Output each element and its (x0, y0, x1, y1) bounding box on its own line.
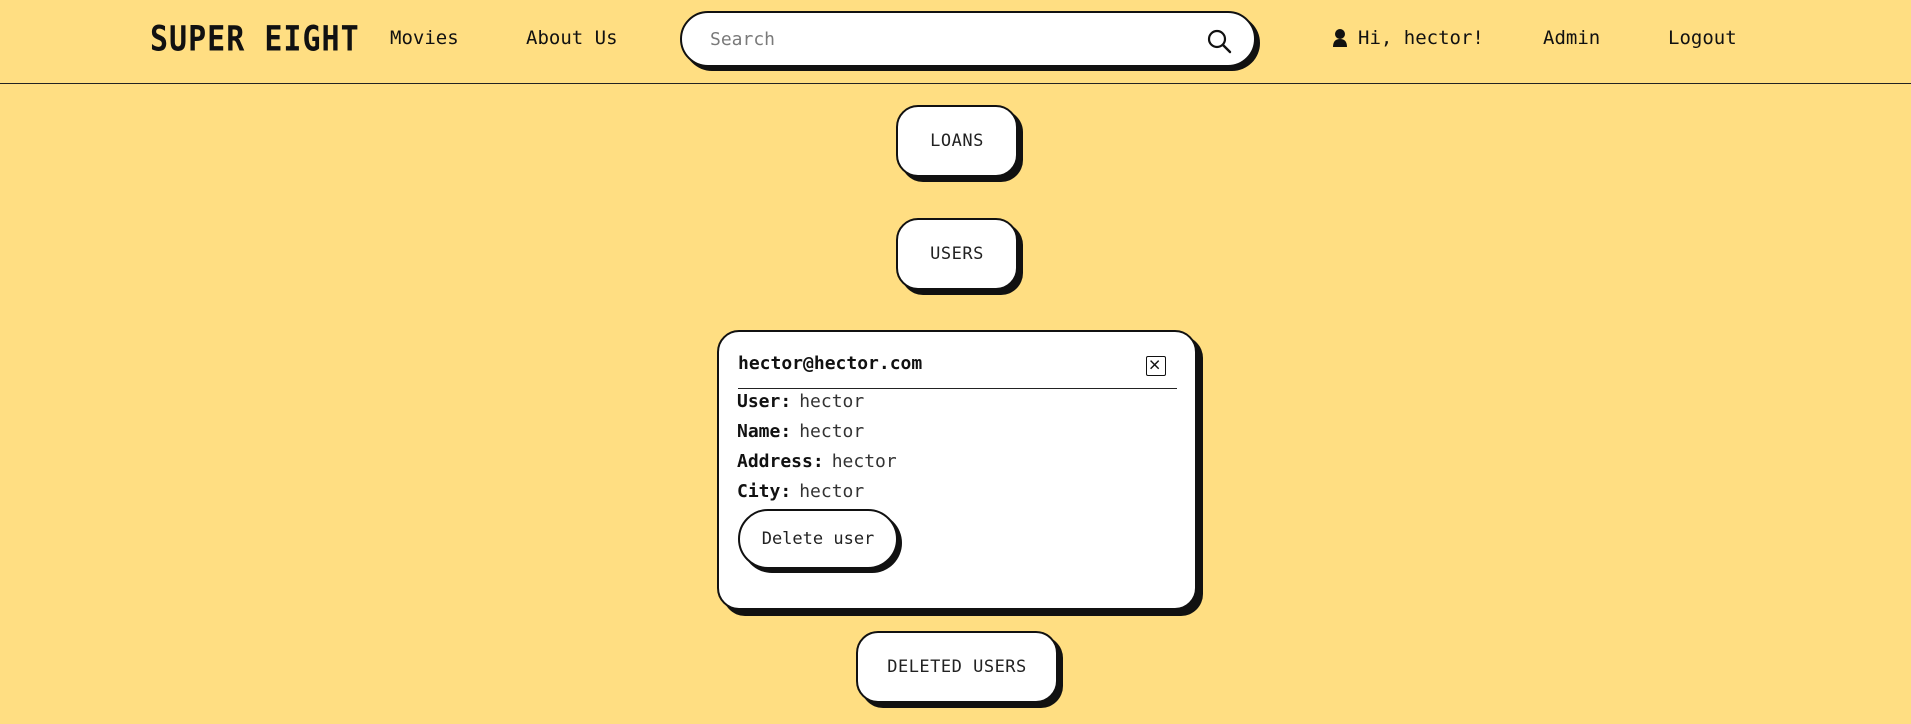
search-bar (680, 11, 1256, 67)
field-address-value: hector (831, 451, 897, 472)
field-user-label: User: (737, 391, 792, 412)
loans-button[interactable]: LOANS (896, 105, 1018, 177)
navbar: SUPER EIGHT Movies About Us Hi, hector! … (0, 0, 1911, 84)
nav-logout-link[interactable]: Logout (1668, 24, 1737, 52)
field-name: Name: hector (737, 420, 864, 444)
nav-about-link[interactable]: About Us (526, 24, 618, 52)
field-address-label: Address: (737, 451, 824, 472)
greeting-text: Hi, hector! (1358, 27, 1484, 49)
field-address: Address: hector (737, 450, 897, 474)
deleted-users-button[interactable]: DELETED USERS (856, 631, 1058, 703)
users-button[interactable]: USERS (896, 218, 1018, 290)
user-icon (1332, 28, 1348, 48)
field-name-value: hector (799, 421, 865, 442)
field-user-value: hector (799, 391, 865, 412)
nav-movies-link[interactable]: Movies (390, 24, 459, 52)
field-name-label: Name: (737, 421, 792, 442)
search-icon[interactable] (1206, 28, 1232, 54)
close-icon[interactable] (1146, 356, 1166, 376)
user-greeting: Hi, hector! (1332, 24, 1484, 52)
nav-admin-link[interactable]: Admin (1543, 24, 1600, 52)
field-city: City: hector (737, 480, 864, 504)
user-email: hector@hector.com (738, 353, 923, 374)
field-user: User: hector (737, 390, 864, 414)
search-input[interactable] (708, 23, 1168, 55)
card-divider (738, 388, 1177, 389)
delete-user-button[interactable]: Delete user (738, 509, 898, 569)
field-city-label: City: (737, 481, 792, 502)
field-city-value: hector (799, 481, 865, 502)
site-logo[interactable]: SUPER EIGHT (150, 19, 360, 59)
